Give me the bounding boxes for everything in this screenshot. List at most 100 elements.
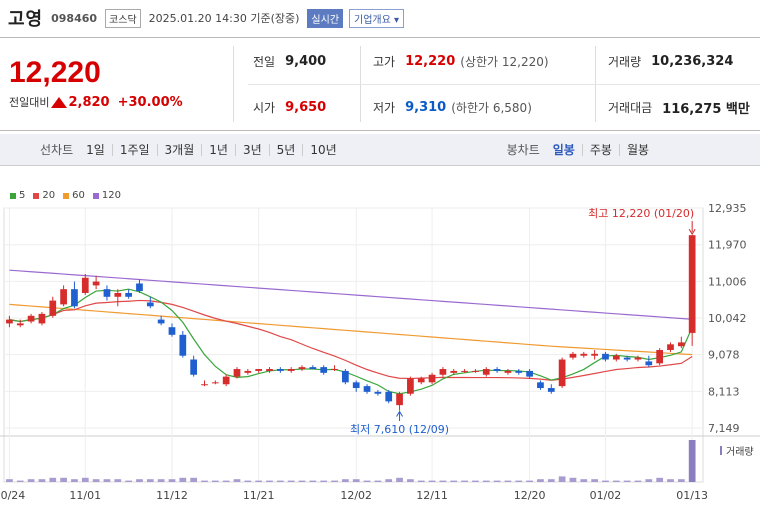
legend-swatch <box>63 192 70 199</box>
y-tick-label: 9,078 <box>708 349 740 362</box>
candle-body <box>407 378 414 394</box>
candle-body <box>537 382 544 389</box>
upper-limit: (상한가 12,220) <box>460 54 549 69</box>
volume-bar <box>645 479 653 482</box>
realtime-button[interactable]: 실시간 <box>307 8 344 28</box>
current-price: 12,220 <box>9 56 101 89</box>
stat-value: 9,310 <box>405 99 447 115</box>
candle-body <box>667 344 674 351</box>
volume-bar <box>493 480 501 482</box>
candle-body <box>504 370 512 373</box>
line-chart-label: 선차트 <box>40 143 74 157</box>
ma-legend: 5 20 60 120 <box>10 190 121 201</box>
volume-bar <box>233 479 241 482</box>
candle-body <box>60 289 67 305</box>
legend-swatch <box>33 192 40 199</box>
legend-swatch <box>10 192 16 199</box>
x-tick-label: 11/01 <box>69 489 101 502</box>
volume-bar <box>634 480 642 482</box>
legend-label: 20 <box>42 190 56 201</box>
volume-bar <box>623 480 631 482</box>
candle-body <box>472 370 479 372</box>
company-info-button[interactable]: 기업개요 ▾ <box>349 8 405 28</box>
stat-label: 거래량 <box>608 54 642 69</box>
tab-weekly[interactable]: 주봉 <box>583 143 620 156</box>
volume-bar <box>688 440 696 482</box>
volume-bar <box>602 480 609 482</box>
candle-body <box>352 382 360 389</box>
plot-frame <box>3 207 704 483</box>
candle-body <box>428 374 436 383</box>
volume-bar <box>428 480 436 482</box>
volume-bar <box>136 479 143 482</box>
stat-open: 시가 9,650 <box>253 84 326 130</box>
volume-bar <box>320 480 328 482</box>
candle-body <box>276 369 284 371</box>
change-amount: 2,820 <box>68 94 110 110</box>
candle-body <box>125 292 132 297</box>
candle-body <box>27 315 35 322</box>
low-annotation: 최저 7,610 (12/09) <box>350 423 449 436</box>
candle-body <box>623 357 631 360</box>
x-tick-label: 10/24 <box>0 489 25 502</box>
candle-body <box>309 367 317 370</box>
tab-3m[interactable]: 3개월 <box>158 143 203 156</box>
legend-label: 60 <box>72 190 85 201</box>
candle-body <box>287 369 295 371</box>
volume-bar <box>6 479 13 482</box>
stock-name: 고영 <box>8 9 44 30</box>
volume-bar <box>309 480 317 482</box>
volume-bar <box>417 480 425 482</box>
volume-bar <box>38 479 46 482</box>
legend-swatch <box>92 192 99 199</box>
high-annotation: 최고 12,220 (01/20) <box>588 207 694 220</box>
tab-3y[interactable]: 3년 <box>236 143 270 156</box>
legend-ma120: 120 <box>92 190 121 201</box>
candle-body <box>677 342 685 347</box>
period-tabs: 선차트 1일 1주일 3개월 1년 3년 5년 10년 봉차트 일봉 주봉 월봉 <box>0 134 760 166</box>
tab-1w[interactable]: 1주일 <box>113 143 158 156</box>
candle-body <box>38 313 46 324</box>
volume-bar <box>168 479 176 482</box>
price-summary: 12,220 전일대비 2,820 +30.00% 전일 9,400 고가 12… <box>0 37 760 131</box>
volume-bar <box>439 480 447 482</box>
tab-1d[interactable]: 1일 <box>79 143 113 156</box>
volume-bar <box>363 480 371 482</box>
y-tick-label: 8,113 <box>708 385 740 398</box>
volume-bar <box>266 480 273 482</box>
volume-bar <box>244 480 252 482</box>
volume-bar <box>580 479 588 482</box>
candle-body <box>211 382 219 384</box>
candle-body <box>396 393 403 406</box>
volume-bar <box>526 480 533 482</box>
stat-volume: 거래량 10,236,324 <box>608 38 733 84</box>
x-tick-label: 11/21 <box>243 489 275 502</box>
tab-daily[interactable]: 일봉 <box>546 143 583 156</box>
candle-body <box>688 235 696 333</box>
stat-label: 거래대금 <box>608 100 653 115</box>
candle-body <box>16 323 24 326</box>
candle-chart-label: 봉차트 <box>506 143 540 157</box>
legend-label: 120 <box>101 190 121 201</box>
candle-body <box>71 289 78 307</box>
candle-body <box>331 369 338 371</box>
volume-bar <box>211 480 219 482</box>
current-price-box: 12,220 전일대비 2,820 +30.00% <box>0 38 233 130</box>
volume-bar <box>472 480 479 482</box>
candle-body <box>591 353 598 356</box>
tab-10y[interactable]: 10년 <box>303 144 343 156</box>
tab-1y[interactable]: 1년 <box>202 143 236 156</box>
candle-body <box>6 319 13 324</box>
y-tick-label: 11,006 <box>708 275 747 288</box>
volume-bar <box>114 479 122 482</box>
tab-5y[interactable]: 5년 <box>270 143 304 156</box>
tab-monthly[interactable]: 월봉 <box>620 144 656 156</box>
volume-bar <box>558 476 566 482</box>
candle-body <box>374 391 382 394</box>
stat-low: 저가 9,310 (하한가 6,580) <box>373 84 532 130</box>
volume-bar <box>374 480 382 482</box>
ma60-line <box>9 303 693 356</box>
candle-body <box>363 386 371 392</box>
up-arrow-icon <box>51 96 68 108</box>
candle-body <box>146 302 154 307</box>
